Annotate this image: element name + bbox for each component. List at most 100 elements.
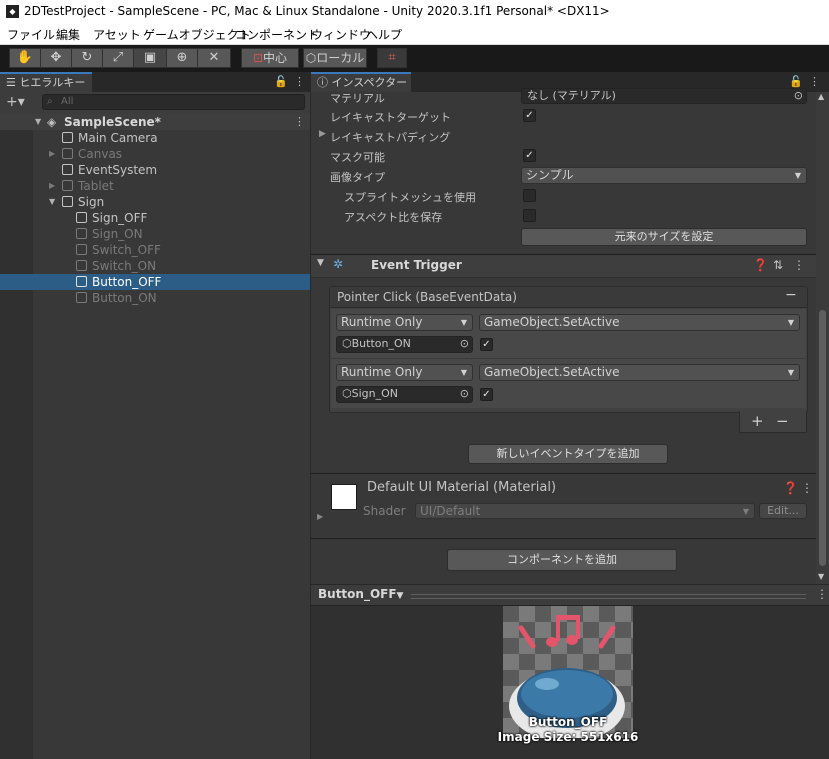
grid-snap-icon[interactable]: ⌗ <box>377 48 407 68</box>
preview-drag-handle[interactable] <box>411 594 806 599</box>
kebab-menu-icon[interactable]: ⋮ <box>294 75 305 88</box>
gameobject-icon <box>76 228 87 239</box>
hand-tool-icon[interactable]: ✋ <box>9 48 41 68</box>
hierarchy-search-input[interactable]: ⌕ All <box>42 94 305 110</box>
scroll-up-icon[interactable]: ▲ <box>818 92 824 101</box>
scene-menu-icon[interactable]: ⋮ <box>294 114 305 130</box>
target-object-field[interactable]: ⬡Sign_ON ⊙ <box>336 386 473 403</box>
hierarchy-item[interactable]: ▶ Tablet <box>0 178 310 194</box>
collapse-arrow-icon[interactable]: ▶ <box>49 178 59 194</box>
menu-component[interactable]: コンポーネント <box>235 26 319 43</box>
maskable-checkbox[interactable]: ✓ <box>523 149 536 162</box>
foldout-arrow-icon[interactable]: ▶ <box>317 512 323 521</box>
add-listener-icon[interactable]: + <box>751 412 764 430</box>
preview-object-dropdown[interactable]: Button_OFF▼ <box>318 587 403 601</box>
target-object-value: Sign_ON <box>351 387 398 400</box>
menu-bar: ファイル 編集 アセット ゲームオブジェクト コンポーネント ウィンドウ ヘルプ <box>0 24 829 45</box>
menu-help[interactable]: ヘルプ <box>366 26 402 43</box>
scale-tool-icon[interactable]: ⤢ <box>102 48 134 68</box>
help-icon[interactable]: ❓ <box>783 481 798 495</box>
foldout-arrow-icon[interactable]: ▼ <box>317 258 324 268</box>
gameobject-icon <box>62 132 73 143</box>
hierarchy-item-label: Sign_OFF <box>92 211 148 225</box>
hierarchy-tab-label: ヒエラルキー <box>19 76 86 89</box>
setactive-checkbox[interactable]: ✓ <box>480 338 493 351</box>
shader-dropdown[interactable]: UI/Default ▼ <box>415 503 755 519</box>
sprite-mesh-label: スプライトメッシュを使用 <box>344 191 476 204</box>
preserve-aspect-label: アスペクト比を保存 <box>344 211 443 224</box>
remove-event-icon[interactable]: − <box>785 287 797 303</box>
component-menu-icon[interactable]: ⋮ <box>793 258 805 272</box>
event-trigger-header[interactable]: ▼ ✲ Event Trigger ❓ ⇅ ⋮ <box>311 254 819 278</box>
hierarchy-item[interactable]: Sign_ON <box>0 226 310 242</box>
tab-inspector[interactable]: ⓘ インスペクター <box>311 72 411 92</box>
collapse-arrow-icon[interactable]: ▶ <box>49 146 59 162</box>
expand-arrow-icon[interactable]: ▼ <box>35 114 45 130</box>
hierarchy-item[interactable]: EventSystem <box>0 162 310 178</box>
event-list-header: Pointer Click (BaseEventData) − <box>330 287 807 308</box>
hierarchy-item[interactable]: Sign_OFF <box>0 210 310 226</box>
hierarchy-item[interactable]: Switch_OFF <box>0 242 310 258</box>
rotate-tool-icon[interactable]: ↻ <box>71 48 103 68</box>
sprite-mesh-checkbox[interactable] <box>523 189 536 202</box>
custom-tool-icon[interactable]: ✕ <box>197 48 231 68</box>
hierarchy-item-label: EventSystem <box>78 163 158 177</box>
move-tool-icon[interactable]: ✥ <box>40 48 72 68</box>
hierarchy-item[interactable]: Switch_ON <box>0 258 310 274</box>
chevron-down-icon: ▼ <box>396 591 404 601</box>
scrollbar-thumb[interactable] <box>819 310 826 566</box>
preserve-aspect-checkbox[interactable] <box>523 209 536 222</box>
transform-tool-icon[interactable]: ⊕ <box>166 48 198 68</box>
preset-icon[interactable]: ⇅ <box>773 258 783 272</box>
component-menu-icon[interactable]: ⋮ <box>801 481 813 495</box>
scroll-down-icon[interactable]: ▼ <box>818 572 824 581</box>
hierarchy-item[interactable]: ▶ Canvas <box>0 146 310 162</box>
pivot-toggle-button[interactable]: ⊡中心 <box>241 48 299 68</box>
menu-assets[interactable]: アセット <box>93 26 141 43</box>
runtime-mode-dropdown[interactable]: Runtime Only ▼ <box>336 364 473 381</box>
object-picker-icon[interactable]: ⊙ <box>460 387 469 401</box>
raycast-target-label: レイキャストターゲット <box>330 111 451 124</box>
menu-file[interactable]: ファイル <box>7 26 55 43</box>
kebab-menu-icon[interactable]: ⋮ <box>816 587 828 601</box>
add-component-button[interactable]: コンポーネントを追加 <box>447 549 677 571</box>
hierarchy-item[interactable]: Button_ON <box>0 290 310 306</box>
edit-shader-button[interactable]: Edit... <box>759 503 807 519</box>
material-field[interactable]: なし (マテリアル) ⊙ <box>521 88 807 104</box>
object-picker-icon[interactable]: ⊙ <box>794 89 803 103</box>
function-dropdown[interactable]: GameObject.SetActive ▼ <box>479 364 800 381</box>
set-native-size-button[interactable]: 元来のサイズを設定 <box>521 228 807 246</box>
chevron-down-icon: ▼ <box>787 368 794 377</box>
menu-edit[interactable]: 編集 <box>56 26 80 43</box>
rect-tool-icon[interactable]: ▣ <box>133 48 167 68</box>
scene-row[interactable]: ▼ ◈ SampleScene* ⋮ <box>0 114 310 130</box>
setactive-checkbox[interactable]: ✓ <box>480 388 493 401</box>
remove-listener-icon[interactable]: − <box>776 412 789 430</box>
target-object-field[interactable]: ⬡Button_ON ⊙ <box>336 336 473 353</box>
inspector-scrollbar[interactable]: ▲ ▼ <box>816 92 829 584</box>
function-dropdown[interactable]: GameObject.SetActive ▼ <box>479 314 800 331</box>
object-picker-icon[interactable]: ⊙ <box>460 337 469 351</box>
image-type-dropdown[interactable]: シンプル ▼ <box>521 167 807 184</box>
runtime-mode-dropdown[interactable]: Runtime Only ▼ <box>336 314 473 331</box>
hierarchy-item-label: Button_ON <box>92 291 157 305</box>
tab-hierarchy[interactable]: ☰ ヒエラルキー <box>0 72 92 92</box>
help-icon[interactable]: ❓ <box>753 258 768 272</box>
lock-icon[interactable]: 🔓 <box>789 75 803 88</box>
hierarchy-item[interactable]: Main Camera <box>0 130 310 146</box>
kebab-menu-icon[interactable]: ⋮ <box>809 75 820 88</box>
list-footer: + − <box>739 411 807 433</box>
add-icon[interactable]: +▾ <box>6 94 25 110</box>
menu-window[interactable]: ウィンドウ <box>311 26 371 43</box>
material-title: Default UI Material (Material) <box>367 480 557 495</box>
shader-label: Shader <box>363 504 406 518</box>
hierarchy-item-selected[interactable]: Button_OFF <box>0 274 310 290</box>
unity-app-icon: ◆ <box>6 5 19 18</box>
expand-arrow-icon[interactable]: ▼ <box>49 194 59 210</box>
hierarchy-item[interactable]: ▼ Sign <box>0 194 310 210</box>
add-event-type-button[interactable]: 新しいイベントタイプを追加 <box>468 444 668 464</box>
raycast-target-checkbox[interactable]: ✓ <box>523 109 536 122</box>
lock-icon[interactable]: 🔓 <box>274 75 288 88</box>
space-toggle-button[interactable]: ⬡ローカル <box>303 48 367 68</box>
foldout-arrow-icon[interactable]: ▶ <box>319 129 326 139</box>
